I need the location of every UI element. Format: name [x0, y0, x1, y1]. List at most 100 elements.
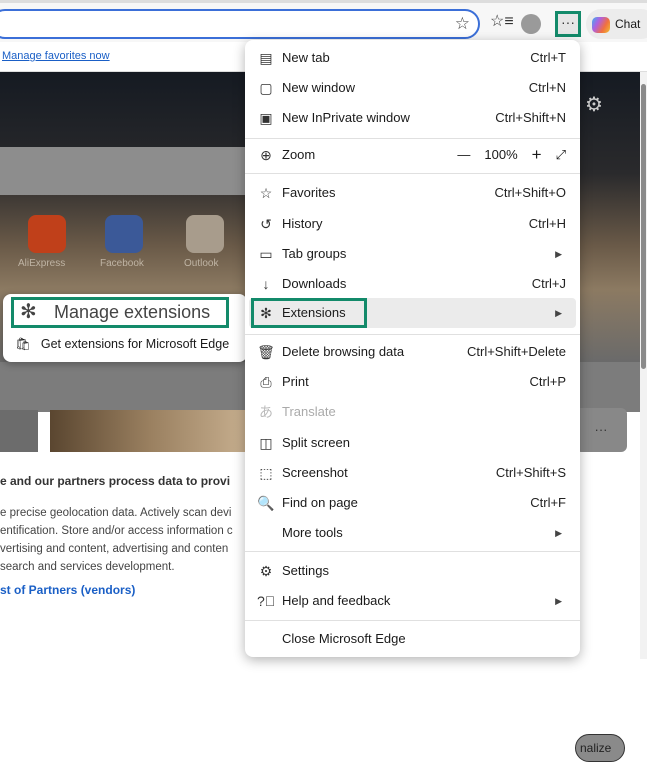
- gear-icon: ⚙: [259, 563, 273, 579]
- menu-label: Manage extensions: [54, 302, 211, 322]
- divider: [245, 334, 580, 335]
- menu-item-inprivate[interactable]: ▣ New InPrivate window Ctrl+Shift+N: [249, 103, 576, 133]
- menu-item-translate: あ Translate: [249, 397, 576, 427]
- settings-and-more-button[interactable]: ···: [555, 11, 581, 37]
- menu-label: Close Microsoft Edge: [282, 631, 406, 646]
- menu-item-extensions[interactable]: ✻ Extensions ▶: [249, 298, 576, 328]
- new-tab-icon: ▤: [259, 50, 273, 66]
- menu-label: New window: [282, 80, 355, 95]
- shortcut: Ctrl+Shift+O: [494, 185, 566, 200]
- menu-item-favorites[interactable]: ☆ Favorites Ctrl+Shift+O: [249, 178, 576, 208]
- split-screen-icon: ◫: [259, 435, 273, 451]
- download-icon: ↓: [262, 276, 270, 292]
- menu-label: Settings: [282, 563, 329, 578]
- favorites-icon: ☆: [259, 185, 273, 201]
- menu-label: Print: [282, 374, 309, 389]
- screenshot-icon: ⬚: [259, 465, 273, 481]
- settings-and-more-menu: ▤ New tab Ctrl+T ▢ New window Ctrl+N ▣ New In…: [245, 40, 580, 657]
- feed-image[interactable]: [50, 410, 250, 452]
- menu-label: History: [282, 216, 323, 231]
- scrollbar-thumb[interactable]: [641, 84, 646, 369]
- tile-outlook[interactable]: [186, 215, 224, 253]
- favorites-icon[interactable]: ☆≡: [490, 11, 514, 31]
- menu-item-help[interactable]: ?⃝ Help and feedback ▶: [249, 586, 576, 616]
- menu-item-more-tools[interactable]: More tools ▶: [249, 518, 576, 548]
- menu-label: New InPrivate window: [282, 110, 410, 125]
- menu-item-close-edge[interactable]: Close Microsoft Edge: [249, 624, 576, 654]
- manage-favorites-link[interactable]: Manage favorites now: [2, 50, 110, 62]
- menu-item-new-tab[interactable]: ▤ New tab Ctrl+T: [249, 43, 576, 73]
- divider: [245, 173, 580, 174]
- shortcut: Ctrl+J: [531, 276, 566, 291]
- shortcut: Ctrl+Shift+N: [495, 110, 566, 125]
- menu-label: Delete browsing data: [282, 344, 405, 359]
- tile-label: AliExpress: [18, 258, 66, 269]
- tile-aliexpress[interactable]: [28, 215, 66, 253]
- browser-toolbar: ☆ ☆≡ ··· Chat: [0, 0, 647, 42]
- feed-image[interactable]: [0, 410, 38, 452]
- chevron-right-icon: ▶: [555, 596, 562, 606]
- translate-icon: あ: [259, 404, 273, 420]
- printer-icon: ⎙: [260, 374, 272, 390]
- get-extensions-item[interactable]: 🛍 Get extensions for Microsoft Edge: [15, 337, 229, 352]
- consent-line: search and services development.: [0, 561, 175, 573]
- menu-label: Favorites: [282, 185, 336, 200]
- shortcut: Ctrl+Shift+S: [495, 465, 566, 480]
- feed-card-more[interactable]: ···: [575, 408, 627, 452]
- consent-line: e precise geolocation data. Actively sca…: [0, 507, 232, 519]
- menu-label: Find on page: [282, 495, 358, 510]
- page-scrollbar[interactable]: [640, 72, 647, 659]
- menu-label: Screenshot: [282, 465, 348, 480]
- page-settings-gear-icon[interactable]: ⚙: [585, 92, 603, 117]
- menu-item-settings[interactable]: ⚙ Settings: [249, 556, 576, 586]
- menu-item-print[interactable]: ⎙ Print Ctrl+P: [249, 367, 576, 397]
- extensions-submenu: ✻ Manage extensions 🛍 Get extensions for M…: [3, 294, 247, 362]
- shortcut: Ctrl+P: [529, 374, 566, 389]
- shortcut: Ctrl+Shift+Delete: [467, 344, 566, 359]
- help-icon: ?⃝: [257, 593, 276, 609]
- search-box[interactable]: [0, 147, 250, 195]
- chevron-right-icon: ▶: [555, 528, 562, 538]
- menu-item-split-screen[interactable]: ◫ Split screen: [249, 428, 576, 458]
- menu-item-delete-browsing-data[interactable]: 🗑 Delete browsing data Ctrl+Shift+Delete: [249, 337, 576, 367]
- personalize-button[interactable]: nalize: [575, 734, 625, 762]
- menu-label: Help and feedback: [282, 593, 391, 608]
- menu-item-zoom: ⊕ Zoom — 100% + ⤢: [249, 140, 576, 170]
- tab-groups-icon: ▭: [259, 246, 273, 262]
- divider: [245, 620, 580, 621]
- menu-label: Zoom: [282, 147, 316, 162]
- consent-text: e precise geolocation data. Actively sca…: [0, 504, 233, 576]
- manage-extensions-item[interactable]: ✻ Manage extensions: [11, 297, 229, 328]
- chat-label: Chat: [615, 17, 641, 31]
- fullscreen-icon[interactable]: ⤢: [556, 140, 566, 170]
- partners-link[interactable]: st of Partners (vendors): [0, 583, 135, 597]
- chevron-right-icon: ▶: [555, 249, 562, 259]
- menu-label: More tools: [282, 525, 343, 540]
- menu-item-tab-groups[interactable]: ▭ Tab groups ▶: [249, 239, 576, 269]
- menu-item-find-on-page[interactable]: 🔍 Find on page Ctrl+F: [249, 488, 576, 518]
- consent-heading: e and our partners process data to provi: [0, 474, 231, 488]
- history-icon: ↺: [260, 216, 272, 232]
- menu-item-history[interactable]: ↺ History Ctrl+H: [249, 209, 576, 239]
- window-icon: ▢: [259, 80, 273, 96]
- divider: [245, 551, 580, 552]
- copilot-icon: [592, 16, 610, 33]
- divider: [245, 138, 580, 139]
- tile-facebook[interactable]: [105, 215, 143, 253]
- consent-line: entification. Store and/or access inform…: [0, 525, 233, 537]
- menu-label: Get extensions for Microsoft Edge: [40, 337, 230, 351]
- copilot-chat-button[interactable]: Chat: [586, 9, 647, 39]
- address-bar[interactable]: ☆: [0, 9, 480, 39]
- menu-item-downloads[interactable]: ↓ Downloads Ctrl+J: [249, 269, 576, 299]
- menu-item-screenshot[interactable]: ⬚ Screenshot Ctrl+Shift+S: [249, 458, 576, 488]
- tile-label: Facebook: [100, 258, 144, 269]
- add-favorite-star-icon[interactable]: ☆: [455, 14, 470, 34]
- menu-label: Extensions: [282, 305, 346, 320]
- zoom-icon: ⊕: [260, 147, 272, 163]
- zoom-out-button[interactable]: —: [457, 140, 470, 170]
- menu-label: Tab groups: [282, 246, 347, 261]
- shortcut: Ctrl+F: [530, 495, 566, 510]
- zoom-in-button[interactable]: +: [532, 140, 542, 170]
- menu-item-new-window[interactable]: ▢ New window Ctrl+N: [249, 73, 576, 103]
- profile-avatar[interactable]: [521, 14, 541, 34]
